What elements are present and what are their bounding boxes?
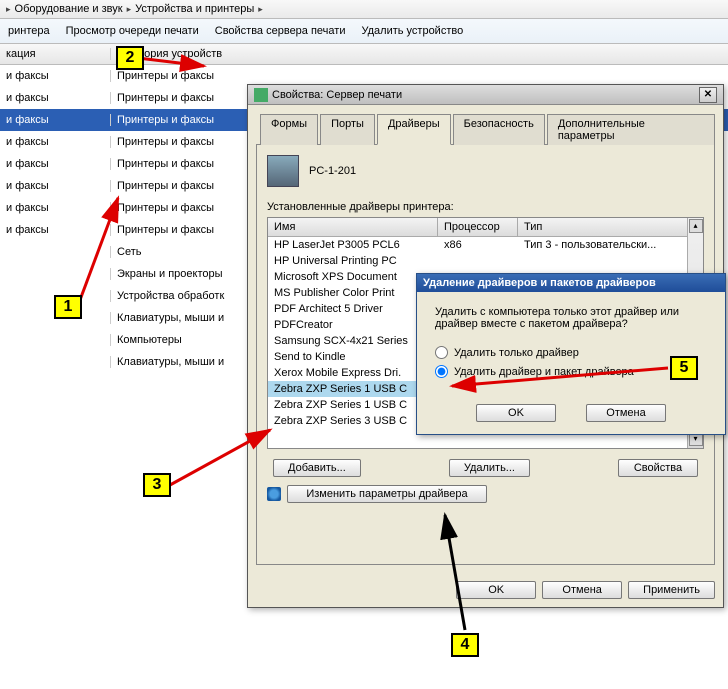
apply-button[interactable]: Применить [628, 581, 715, 599]
chevron-icon: ▸ [6, 4, 11, 15]
remove-dialog-question: Удалить с компьютера только этот драйвер… [435, 306, 707, 330]
col-type[interactable]: Тип [518, 218, 703, 236]
toolbar-view-queue[interactable]: Просмотр очереди печати [66, 25, 199, 37]
tab-forms[interactable]: Формы [260, 114, 318, 145]
cancel-button[interactable]: Отмена [586, 404, 666, 422]
callout-4: 4 [451, 633, 479, 657]
driver-type [524, 255, 697, 267]
driver-processor [444, 255, 524, 267]
tab-security[interactable]: Безопасность [453, 114, 545, 145]
close-button[interactable]: ✕ [699, 87, 717, 103]
cell-category: Принтеры и факсы [110, 92, 250, 104]
remove-button[interactable]: Удалить... [449, 459, 530, 477]
cell-category: Принтеры и факсы [110, 202, 250, 214]
dialog-titlebar[interactable]: Свойства: Сервер печати ✕ [248, 85, 723, 105]
radio-label-driver-and-package: Удалить драйвер и пакет драйвера [454, 366, 634, 378]
breadcrumb-devices[interactable]: Устройства и принтеры [135, 3, 254, 15]
server-icon [267, 155, 299, 187]
driver-name: HP Universal Printing PC [274, 255, 444, 267]
driver-type: Тип 3 - пользовательски... [524, 239, 697, 251]
breadcrumb: ▸ Оборудование и звук ▸ Устройства и при… [0, 0, 728, 19]
chevron-icon: ▸ [127, 4, 132, 15]
remove-dialog-title[interactable]: Удаление драйверов и пакетов драйверов [417, 274, 725, 292]
cell-classification: и факсы [0, 136, 110, 148]
cell-category: Принтеры и факсы [110, 114, 250, 126]
driver-row[interactable]: HP LaserJet P3005 PCL6x86Тип 3 - пользов… [268, 237, 703, 253]
cell-category: Сеть [110, 246, 250, 258]
driver-table-header: Имя Процессор Тип [268, 218, 703, 237]
col-processor[interactable]: Процессор [438, 218, 518, 236]
toolbar-printer[interactable]: ринтера [8, 25, 50, 37]
driver-name: HP LaserJet P3005 PCL6 [274, 239, 444, 251]
radio-input-driver-and-package[interactable] [435, 365, 448, 378]
add-button[interactable]: Добавить... [273, 459, 361, 477]
toolbar-server-properties[interactable]: Свойства сервера печати [215, 25, 346, 37]
dialog-title: Свойства: Сервер печати [272, 88, 402, 100]
shield-icon [267, 487, 281, 501]
cell-category: Принтеры и факсы [110, 224, 250, 236]
installed-drivers-label: Установленные драйверы принтера: [267, 201, 704, 213]
toolbar: ринтера Просмотр очереди печати Свойства… [0, 19, 728, 44]
toolbar-remove-device[interactable]: Удалить устройство [361, 25, 463, 37]
column-header-classification[interactable]: кация [0, 48, 110, 60]
chevron-icon: ▸ [258, 4, 263, 15]
ok-button[interactable]: OK [456, 581, 536, 599]
callout-3: 3 [143, 473, 171, 497]
radio-remove-driver-only[interactable]: Удалить только драйвер [435, 346, 707, 359]
callout-5: 5 [670, 356, 698, 380]
radio-input-driver-only[interactable] [435, 346, 448, 359]
tab-drivers[interactable]: Драйверы [377, 114, 451, 145]
cell-category: Принтеры и факсы [110, 70, 250, 82]
driver-row[interactable]: HP Universal Printing PC [268, 253, 703, 269]
tab-ports[interactable]: Порты [320, 114, 375, 145]
cell-classification: и факсы [0, 158, 110, 170]
cell-classification: и факсы [0, 92, 110, 104]
scroll-up-icon[interactable]: ▴ [689, 219, 703, 233]
tab-advanced[interactable]: Дополнительные параметры [547, 114, 715, 145]
cell-category: Экраны и проекторы [110, 268, 250, 280]
cell-classification: и факсы [0, 70, 110, 82]
cell-category: Принтеры и факсы [110, 136, 250, 148]
col-name[interactable]: Имя [268, 218, 438, 236]
tabs: Формы Порты Драйверы Безопасность Дополн… [256, 113, 715, 145]
printer-icon [254, 88, 268, 102]
callout-2: 2 [116, 46, 144, 70]
radio-remove-driver-and-package[interactable]: Удалить драйвер и пакет драйвера [435, 365, 707, 378]
ok-button[interactable]: OK [476, 404, 556, 422]
cell-category: Принтеры и факсы [110, 158, 250, 170]
callout-1: 1 [54, 295, 82, 319]
radio-label-driver-only: Удалить только драйвер [454, 347, 579, 359]
cell-classification: и факсы [0, 114, 110, 126]
driver-processor: x86 [444, 239, 524, 251]
cell-classification: и факсы [0, 180, 110, 192]
cell-category: Устройства обработк [110, 290, 250, 302]
cell-category: Клавиатуры, мыши и [110, 356, 250, 368]
breadcrumb-hardware[interactable]: Оборудование и звук [15, 3, 123, 15]
remove-driver-dialog: Удаление драйверов и пакетов драйверов У… [416, 273, 726, 435]
cell-category: Принтеры и факсы [110, 180, 250, 192]
computer-name: PC-1-201 [309, 165, 356, 177]
cell-classification: и факсы [0, 224, 110, 236]
properties-button[interactable]: Свойства [618, 459, 698, 477]
cell-category: Компьютеры [110, 334, 250, 346]
cell-classification: и факсы [0, 202, 110, 214]
cancel-button[interactable]: Отмена [542, 581, 622, 599]
cell-category: Клавиатуры, мыши и [110, 312, 250, 324]
change-driver-params-button[interactable]: Изменить параметры драйвера [287, 485, 487, 503]
column-headers: кация Категория устройств [0, 44, 728, 65]
